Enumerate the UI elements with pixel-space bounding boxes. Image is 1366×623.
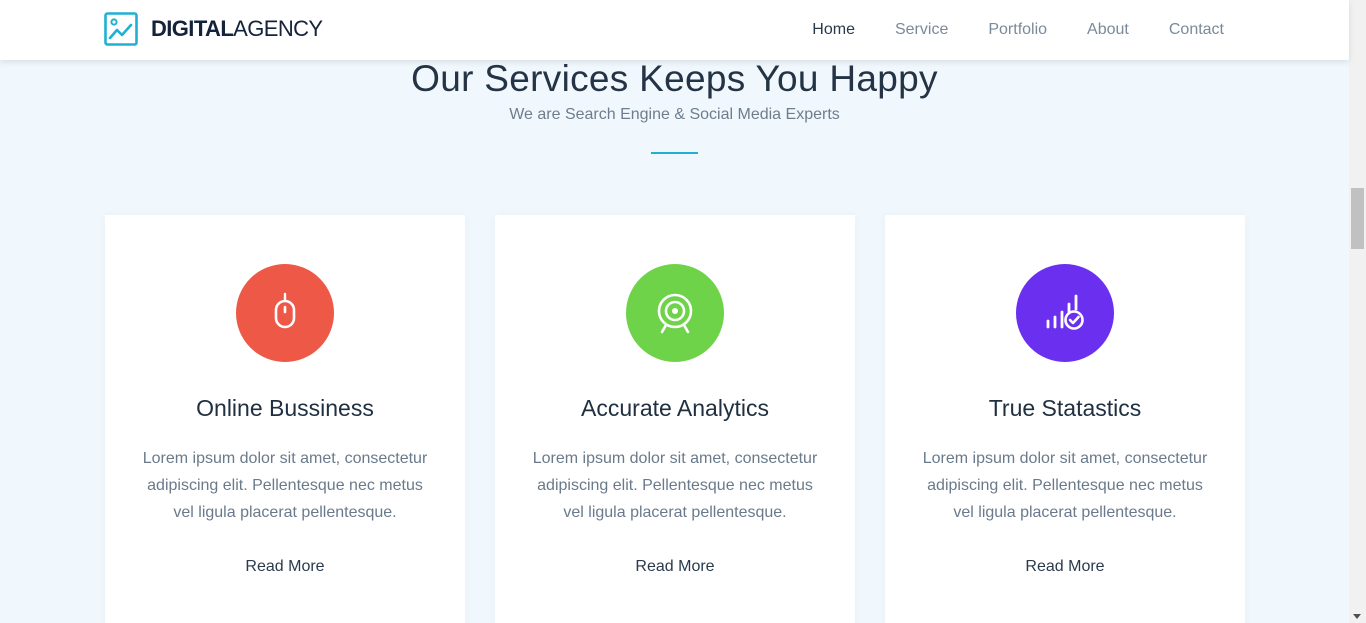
- service-card-true-statistics: True Statastics Lorem ipsum dolor sit am…: [885, 215, 1245, 623]
- card-description: Lorem ipsum dolor sit amet, consectetur …: [532, 450, 818, 521]
- brand-name-light: AGENCY: [233, 16, 323, 41]
- read-more-link[interactable]: Read More: [495, 558, 855, 576]
- scroll-down-arrow-icon[interactable]: [1353, 614, 1361, 619]
- brand-name-bold: DIGITAL: [151, 16, 234, 41]
- card-description: Lorem ipsum dolor sit amet, consectetur …: [922, 450, 1208, 521]
- section-subtitle: We are Search Engine & Social Media Expe…: [509, 106, 840, 123]
- brand-logo[interactable]: DIGITALAGENCY: [104, 12, 323, 46]
- nav-portfolio[interactable]: Portfolio: [988, 21, 1047, 39]
- nav-about[interactable]: About: [1087, 21, 1129, 39]
- card-description: Lorem ipsum dolor sit amet, consectetur …: [142, 450, 428, 521]
- read-more-link[interactable]: Read More: [105, 558, 465, 576]
- vertical-scrollbar[interactable]: [1349, 0, 1366, 623]
- chart-line-icon: [104, 12, 138, 46]
- card-title: Online Bussiness: [196, 395, 374, 421]
- service-card-accurate-analytics: Accurate Analytics Lorem ipsum dolor sit…: [495, 215, 855, 623]
- page: DIGITALAGENCY Home Service Portfolio Abo…: [0, 0, 1366, 623]
- card-title: Accurate Analytics: [581, 395, 769, 421]
- card-icon-circle: [626, 264, 724, 362]
- section-title: Our Services Keeps You Happy: [411, 58, 938, 99]
- navbar: DIGITALAGENCY Home Service Portfolio Abo…: [0, 0, 1349, 60]
- service-card-online-business: Online Bussiness Lorem ipsum dolor sit a…: [105, 215, 465, 623]
- main-nav: Home Service Portfolio About Contact: [772, 0, 1224, 60]
- card-icon-circle: [236, 264, 334, 362]
- title-divider: [651, 152, 698, 154]
- mouse-icon: [274, 292, 296, 329]
- nav-contact[interactable]: Contact: [1169, 21, 1224, 39]
- brand-name: DIGITALAGENCY: [151, 12, 323, 46]
- target-icon: [657, 293, 693, 334]
- card-title: True Statastics: [988, 395, 1142, 421]
- nav-home[interactable]: Home: [812, 21, 855, 39]
- scrollbar-thumb[interactable]: [1351, 188, 1364, 249]
- read-more-link[interactable]: Read More: [885, 558, 1245, 576]
- card-icon-circle: [1016, 264, 1114, 362]
- nav-service[interactable]: Service: [895, 21, 948, 39]
- stats-check-icon: [1046, 294, 1084, 330]
